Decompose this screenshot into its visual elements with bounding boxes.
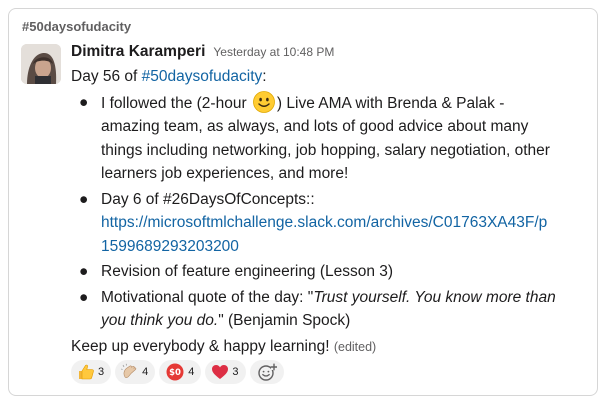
item-text: learners job experiences, and more!	[101, 165, 349, 182]
reaction-count: 3	[232, 366, 239, 378]
clapping-hands-icon	[121, 363, 139, 381]
message-card: #50daysofudacity Dimitra Karamperi Yeste…	[8, 8, 598, 396]
item-text: Motivational quote of the day: "	[101, 288, 314, 306]
archive-link[interactable]: https://microsoftmlchallenge.slack.com/a…	[101, 214, 547, 231]
bullet-icon: ●	[79, 288, 89, 306]
hashtag-link[interactable]: #50daysofudacity	[142, 68, 263, 85]
channel-name[interactable]: #50daysofudacity	[22, 19, 131, 34]
hundred-points-icon: $0	[165, 363, 185, 381]
item-text: ) Live AMA with Brenda & Palak -	[276, 94, 505, 112]
reaction-heart[interactable]: 3	[205, 360, 246, 384]
item-text: " (Benjamin Spock)	[218, 312, 351, 329]
list-item: ● Motivational quote of the day: "Trust …	[71, 286, 591, 333]
bullet-icon: ●	[79, 190, 89, 208]
avatar[interactable]	[21, 44, 61, 84]
closing-line: Keep up everybody & happy learning! (edi…	[71, 335, 591, 360]
intro-prefix: Day 56 of	[71, 68, 142, 85]
item-text: I followed the (2-hour	[101, 94, 251, 112]
reaction-hundred[interactable]: $0 4	[159, 360, 202, 384]
reaction-count: 4	[142, 366, 149, 378]
sender-name[interactable]: Dimitra Karamperi	[71, 43, 205, 61]
message: Dimitra Karamperi Yesterday at 10:48 PM …	[71, 43, 591, 359]
message-body: Day 56 of #50daysofudacity: ● I followed…	[71, 65, 591, 359]
bullet-list: ● I followed the (2-hour ) Live AMA with…	[71, 90, 591, 333]
item-text: Revision of feature engineering (Lesson …	[101, 263, 394, 280]
reactions-bar: 3 4 $0 4 3	[71, 360, 284, 384]
intro-line: Day 56 of #50daysofudacity:	[71, 65, 591, 89]
message-header: Dimitra Karamperi Yesterday at 10:48 PM	[71, 43, 591, 65]
list-item: ● Revision of feature engineering (Lesso…	[71, 260, 591, 284]
list-item: ● Day 6 of #26DaysOfConcepts:: https://m…	[71, 188, 591, 259]
bullet-icon: ●	[79, 93, 89, 111]
item-text: things including networking, job hopping…	[101, 141, 550, 159]
add-emoji-icon	[257, 362, 277, 382]
edited-label: (edited)	[333, 339, 377, 354]
item-text: Day 6 of #26DaysOfConcepts::	[101, 190, 315, 208]
svg-text:$0: $0	[169, 368, 181, 378]
closing-text: Keep up everybody & happy learning!	[71, 337, 334, 355]
archive-link-continued[interactable]: 1599689293203200	[101, 238, 239, 255]
item-text: amazing team, as always, and lots of goo…	[101, 118, 529, 135]
reaction-clap[interactable]: 4	[115, 360, 156, 384]
reaction-thumbs-up[interactable]: 3	[71, 360, 112, 384]
list-item: ● I followed the (2-hour ) Live AMA with…	[71, 90, 591, 186]
thumbs-up-icon	[77, 363, 95, 381]
message-timestamp[interactable]: Yesterday at 10:48 PM	[213, 45, 334, 59]
add-reaction-button[interactable]	[249, 360, 284, 384]
slightly-smiling-face-icon	[253, 90, 275, 113]
reaction-count: 3	[98, 366, 105, 378]
red-heart-icon	[211, 363, 229, 381]
quote-text: you think you do.	[101, 312, 219, 329]
bullet-icon: ●	[79, 263, 89, 280]
intro-suffix: :	[262, 68, 267, 85]
reaction-count: 4	[188, 366, 195, 378]
quote-text: Trust yourself. You know more than	[313, 288, 556, 306]
